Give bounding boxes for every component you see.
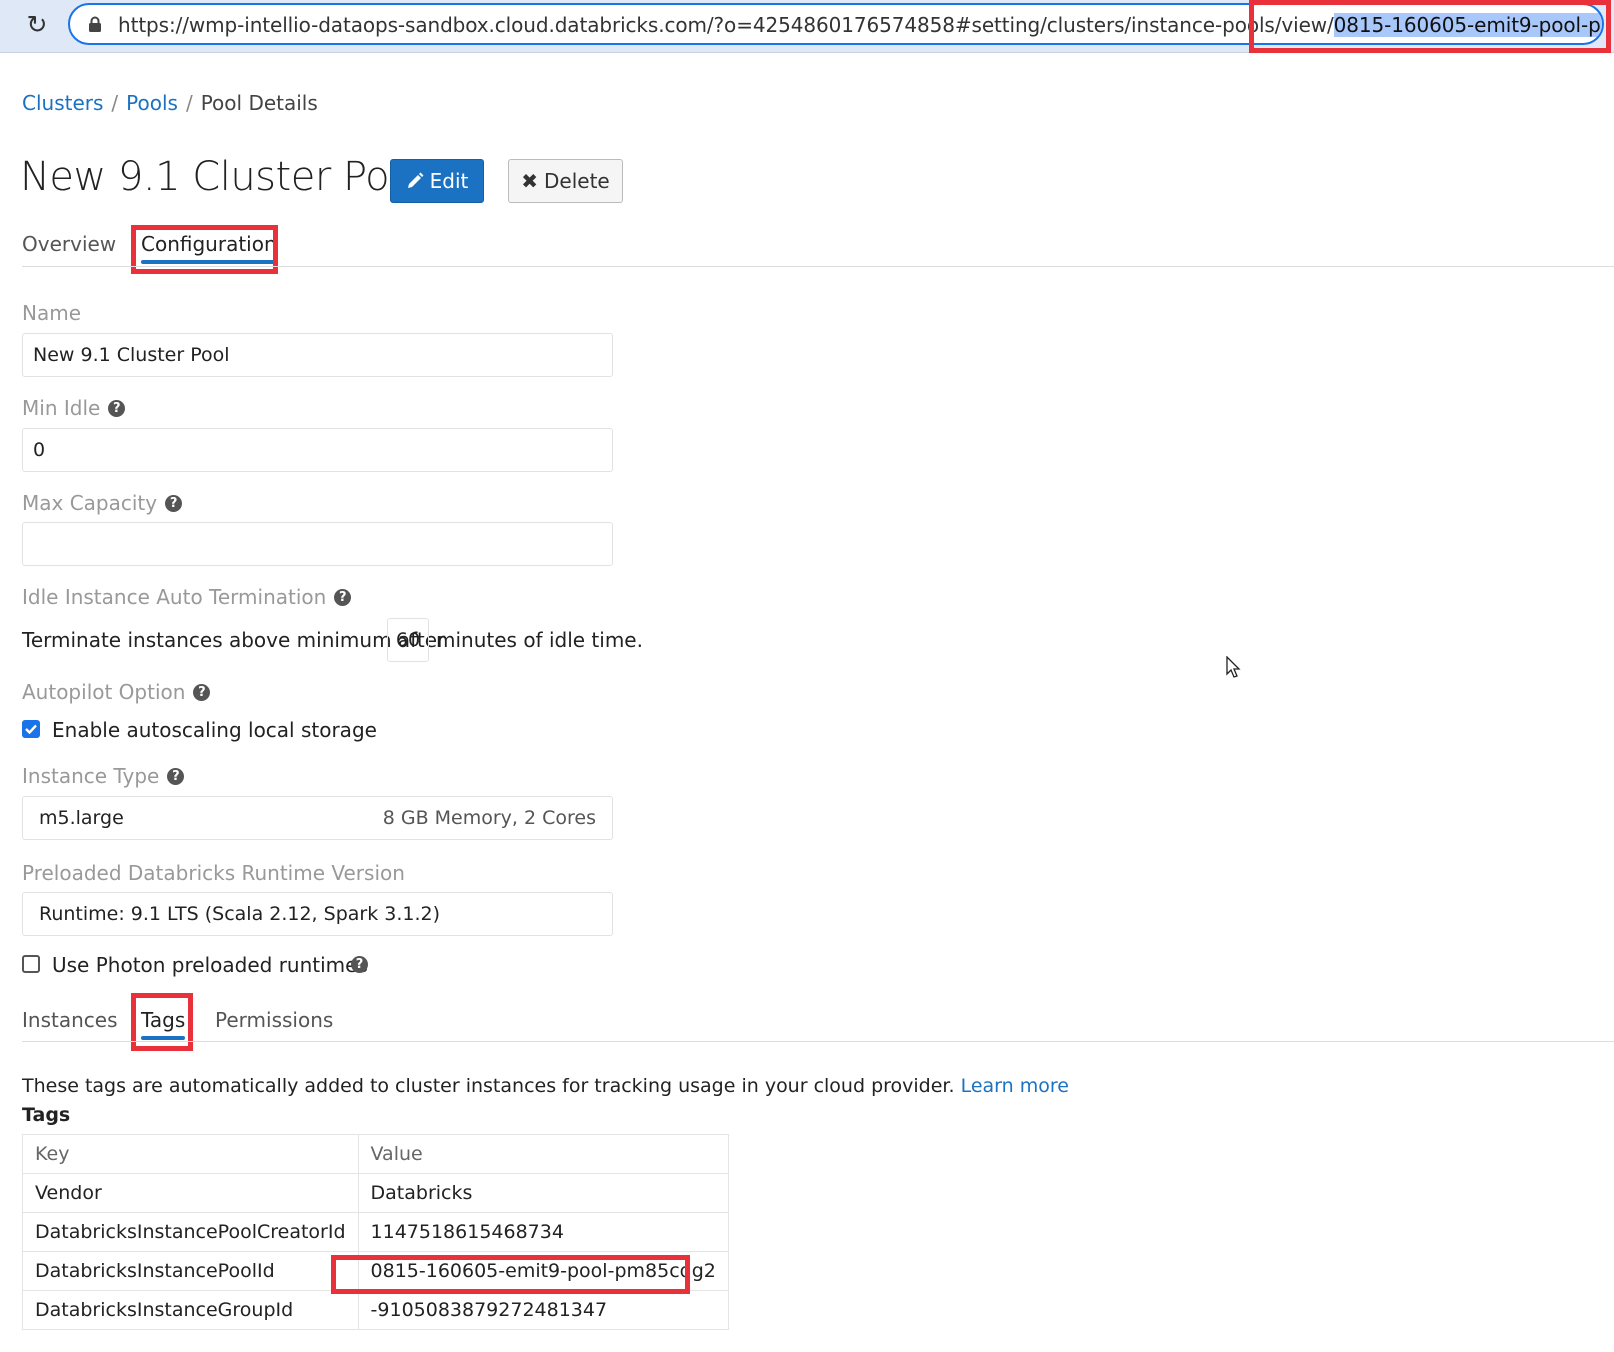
- idle-termination-label-text: Idle Instance Auto Termination: [22, 585, 327, 609]
- tags-heading: Tags: [22, 1104, 71, 1126]
- table-header-row: Key Value: [22, 1134, 729, 1174]
- idle-minutes-value: 60: [395, 629, 421, 651]
- tag-key: DatabricksInstanceGroupId: [22, 1290, 359, 1330]
- tab-overview[interactable]: Overview: [22, 232, 116, 256]
- runtime-label: Preloaded Databricks Runtime Version: [22, 861, 405, 885]
- url-prefix: https://wmp-intellio-dataops-sandbox.clo…: [118, 13, 1334, 37]
- breadcrumb-separator: /: [185, 91, 193, 115]
- subtab-divider: [22, 1041, 1614, 1042]
- delete-button[interactable]: ✖ Delete: [508, 159, 623, 203]
- column-header-value: Value: [357, 1134, 729, 1174]
- question-circle-icon[interactable]: ?: [165, 494, 183, 512]
- instance-type-value: m5.large: [39, 807, 124, 829]
- url-text: https://wmp-intellio-dataops-sandbox.clo…: [118, 13, 1602, 37]
- column-header-key: Key: [22, 1134, 359, 1174]
- breadcrumb-pools-link[interactable]: Pools: [126, 91, 178, 115]
- tab-overview-label: Overview: [22, 232, 117, 256]
- idle-minutes-field[interactable]: 60: [387, 618, 429, 662]
- breadcrumb: Clusters / Pools / Pool Details: [22, 91, 318, 115]
- tab-tags[interactable]: Tags: [141, 1008, 186, 1040]
- max-capacity-field[interactable]: [22, 522, 613, 566]
- photon-label: Use Photon preloaded runtimes: [52, 953, 368, 977]
- min-idle-label: Min Idle?: [22, 396, 126, 420]
- lock-icon: [89, 16, 101, 32]
- question-circle-icon[interactable]: ?: [108, 399, 126, 417]
- idle-termination-prefix: Terminate instances above minimum after: [22, 628, 446, 652]
- learn-more-link[interactable]: Learn more: [961, 1075, 1069, 1097]
- url-selected-pool-id: 0815-160605-emit9-pool-pm85cdg2: [1333, 13, 1602, 37]
- autoscaling-checkbox[interactable]: [22, 720, 40, 738]
- instance-type-detail: 8 GB Memory, 2 Cores: [382, 807, 596, 829]
- max-capacity-label: Max Capacity?: [22, 491, 183, 515]
- idle-termination-label: Idle Instance Auto Termination?: [22, 585, 352, 609]
- name-value: New 9.1 Cluster Pool: [33, 344, 230, 366]
- active-tab-underline: [141, 1036, 186, 1040]
- tag-key: DatabricksInstancePoolId: [22, 1251, 359, 1291]
- table-row: DatabricksInstancePoolCreatorId 11475186…: [22, 1212, 729, 1252]
- tab-instances[interactable]: Instances: [22, 1008, 118, 1032]
- browser-toolbar: ↻ https://wmp-intellio-dataops-sandbox.c…: [0, 0, 1614, 53]
- table-row: DatabricksInstanceGroupId -9105083879272…: [22, 1290, 729, 1330]
- reload-icon[interactable]: ↻: [22, 10, 52, 40]
- tag-key: DatabricksInstancePoolCreatorId: [22, 1212, 359, 1252]
- tab-instances-label: Instances: [22, 1008, 118, 1032]
- tab-configuration[interactable]: Configuration: [141, 232, 277, 264]
- table-row: Vendor Databricks: [22, 1173, 729, 1213]
- tags-table: Key Value Vendor Databricks DatabricksIn…: [22, 1134, 729, 1330]
- autoscaling-label: Enable autoscaling local storage: [52, 718, 377, 742]
- breadcrumb-current: Pool Details: [200, 91, 318, 115]
- tag-value: 1147518615468734: [357, 1212, 729, 1252]
- tag-value: Databricks: [357, 1173, 729, 1213]
- instance-type-label: Instance Type?: [22, 764, 185, 788]
- photon-checkbox[interactable]: [22, 955, 40, 973]
- tab-permissions-label: Permissions: [215, 1008, 334, 1032]
- page-title: New 9.1 Cluster Pool: [20, 154, 424, 200]
- tab-permissions[interactable]: Permissions: [215, 1008, 333, 1032]
- tab-divider: [22, 266, 1614, 267]
- tag-value: -9105083879272481347: [357, 1290, 729, 1330]
- tag-key: Vendor: [22, 1173, 359, 1213]
- name-label-text: Name: [22, 301, 82, 325]
- pencil-icon: [407, 172, 424, 188]
- question-circle-icon[interactable]: ?: [167, 767, 185, 785]
- runtime-select[interactable]: Runtime: 9.1 LTS (Scala 2.12, Spark 3.1.…: [22, 892, 613, 936]
- tags-description-text: These tags are automatically added to cl…: [22, 1075, 955, 1097]
- question-circle-icon[interactable]: ?: [334, 588, 352, 606]
- runtime-value: Runtime: 9.1 LTS (Scala 2.12, Spark 3.1.…: [39, 903, 441, 925]
- name-label: Name: [22, 301, 81, 325]
- tab-configuration-label: Configuration: [141, 232, 277, 256]
- delete-button-label: Delete: [544, 169, 610, 193]
- instance-type-select[interactable]: m5.large 8 GB Memory, 2 Cores: [22, 796, 613, 840]
- tag-value: 0815-160605-emit9-pool-pm85cdg2: [357, 1251, 729, 1291]
- autopilot-label: Autopilot Option?: [22, 680, 211, 704]
- tab-tags-label: Tags: [141, 1008, 186, 1032]
- table-row: DatabricksInstancePoolId 0815-160605-emi…: [22, 1251, 729, 1291]
- mouse-cursor-icon: [1226, 656, 1241, 678]
- max-capacity-label-text: Max Capacity: [22, 491, 158, 515]
- breadcrumb-separator: /: [111, 91, 119, 115]
- name-field[interactable]: New 9.1 Cluster Pool: [22, 333, 613, 377]
- min-idle-label-text: Min Idle: [22, 396, 101, 420]
- question-circle-icon[interactable]: ?: [351, 956, 368, 973]
- edit-button[interactable]: Edit: [390, 159, 484, 203]
- tags-description: These tags are automatically added to cl…: [22, 1075, 1069, 1097]
- active-tab-underline: [141, 260, 277, 264]
- idle-termination-suffix: minutes of idle time.: [436, 628, 643, 652]
- close-icon: ✖: [521, 169, 539, 193]
- instance-type-label-text: Instance Type: [22, 764, 160, 788]
- address-bar[interactable]: https://wmp-intellio-dataops-sandbox.clo…: [68, 3, 1604, 45]
- question-circle-icon[interactable]: ?: [193, 683, 211, 701]
- autopilot-label-text: Autopilot Option: [22, 680, 186, 704]
- runtime-label-text: Preloaded Databricks Runtime Version: [22, 861, 405, 885]
- edit-button-label: Edit: [429, 169, 469, 193]
- breadcrumb-clusters-link[interactable]: Clusters: [22, 91, 103, 115]
- min-idle-value: 0: [33, 439, 46, 461]
- min-idle-field[interactable]: 0: [22, 428, 613, 472]
- checkmark-icon: [25, 724, 37, 735]
